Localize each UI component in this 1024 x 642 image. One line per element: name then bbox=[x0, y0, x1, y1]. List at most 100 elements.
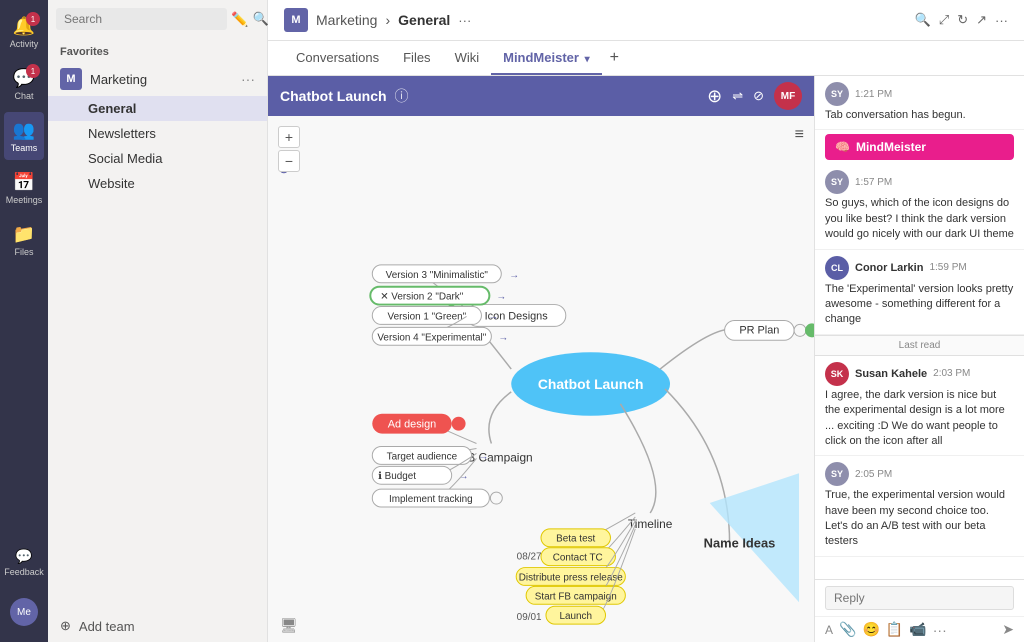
favorites-section: Favorites M Marketing ··· General Newsle… bbox=[48, 38, 267, 200]
pr-plan-label: PR Plan bbox=[739, 324, 779, 336]
breadcrumb-separator: › bbox=[385, 12, 390, 28]
format-icon[interactable]: A bbox=[825, 623, 833, 637]
user-avatar[interactable]: Me bbox=[10, 598, 38, 626]
sidebar-item-meetings[interactable]: 📅 Meetings bbox=[4, 164, 44, 212]
more-options-icon[interactable]: ··· bbox=[241, 71, 255, 87]
v2-label: ✕ Version 2 "Dark" bbox=[380, 292, 464, 303]
teams-label: Teams bbox=[11, 143, 38, 153]
team-item-marketing[interactable]: M Marketing ··· bbox=[48, 62, 267, 96]
msg-text-7: True, the experimental version would hav… bbox=[825, 488, 1014, 550]
msg-time-1: 1:21 PM bbox=[855, 89, 892, 100]
channel-item-social-media[interactable]: Social Media bbox=[48, 146, 267, 171]
zoom-out-button[interactable]: − bbox=[278, 150, 300, 172]
sidebar-item-teams[interactable]: 👥 Teams bbox=[4, 112, 44, 160]
msg-text-3: So guys, which of the icon designs do yo… bbox=[825, 196, 1014, 242]
refresh-icon[interactable]: ↻ bbox=[957, 12, 968, 28]
team-avatar-marketing: M bbox=[60, 68, 82, 90]
add-tab-button[interactable]: + bbox=[602, 41, 627, 75]
connect-icon[interactable]: ⇌ bbox=[732, 88, 743, 104]
channel-item-newsletters[interactable]: Newsletters bbox=[48, 121, 267, 146]
link-pr-plan bbox=[660, 329, 729, 369]
search-icon[interactable]: 🔍 bbox=[252, 11, 268, 27]
pr-plan-toggle[interactable] bbox=[794, 324, 806, 336]
msg-header-1: SY 1:21 PM bbox=[825, 82, 1014, 106]
msg-header-3: SY 1:57 PM bbox=[825, 170, 1014, 194]
header-actions: 🔍 ⤢ ↻ ↗ ··· bbox=[915, 12, 1008, 28]
restrict-icon[interactable]: ⊘ bbox=[753, 88, 764, 104]
sticker-icon[interactable]: 📋 bbox=[886, 621, 903, 638]
send-icon[interactable]: ➤ bbox=[1002, 621, 1014, 638]
breadcrumb-team: Marketing bbox=[316, 12, 377, 28]
search-input[interactable] bbox=[56, 8, 227, 30]
fb-campaign-timeline-label: Start FB campaign bbox=[535, 591, 617, 602]
mindmeister-card[interactable]: 🧠 MindMeister bbox=[825, 134, 1014, 160]
sidebar-item-activity[interactable]: 1 🔔 Activity bbox=[4, 8, 44, 56]
files-label: Files bbox=[14, 247, 33, 257]
beta-label: Beta test bbox=[556, 534, 595, 545]
sender-name-4: Conor Larkin bbox=[855, 262, 923, 274]
reply-input[interactable] bbox=[825, 586, 1014, 610]
tab-mindmeister[interactable]: MindMeister ▾ bbox=[491, 42, 602, 75]
reply-actions: A 📎 😊 📋 📹 ··· ➤ bbox=[815, 616, 1024, 642]
chat-message-4: CL Conor Larkin 1:59 PM The 'Experimenta… bbox=[815, 250, 1024, 335]
emoji-icon[interactable]: 😊 bbox=[862, 621, 879, 638]
activity-label: Activity bbox=[10, 39, 39, 49]
v4-label: Version 4 "Experimental" bbox=[377, 332, 486, 343]
v2-arrow: → bbox=[496, 292, 506, 303]
msg-avatar-6: SK bbox=[825, 362, 849, 386]
tab-files[interactable]: Files bbox=[391, 42, 442, 75]
chat-message-1: SY 1:21 PM Tab conversation has begun. bbox=[815, 76, 1024, 130]
info-icon[interactable]: ⓘ bbox=[395, 86, 409, 106]
target-arrow: → bbox=[478, 451, 488, 462]
timeline-label: Timeline bbox=[628, 517, 673, 531]
expand-icon[interactable]: ⤢ bbox=[939, 12, 949, 28]
meet-icon[interactable]: 📹 bbox=[909, 621, 926, 638]
channel-item-general[interactable]: General bbox=[48, 96, 267, 121]
search-bar: ✏️ 🔍 bbox=[48, 0, 267, 38]
more-reply-icon[interactable]: ··· bbox=[933, 622, 947, 638]
sidebar-item-feedback[interactable]: 💬 Feedback bbox=[4, 538, 44, 586]
chat-message-7: SY 2:05 PM True, the experimental versio… bbox=[815, 456, 1024, 557]
teams-icon: 👥 bbox=[13, 120, 35, 141]
add-team-button[interactable]: ⊕ Add team bbox=[48, 610, 267, 642]
share-icon[interactable]: ↗ bbox=[976, 12, 987, 28]
attach-icon[interactable]: 📎 bbox=[839, 621, 856, 638]
tab-wiki[interactable]: Wiki bbox=[443, 42, 492, 75]
chevron-down-icon: ▾ bbox=[585, 54, 590, 65]
channel-header: M Marketing › General ··· 🔍 ⤢ ↻ ↗ ··· bbox=[268, 0, 1024, 41]
team-name-marketing: Marketing bbox=[90, 72, 147, 87]
add-team-label: Add team bbox=[79, 619, 135, 634]
add-node-icon[interactable]: ⊕ bbox=[707, 86, 722, 107]
launch-label: Launch bbox=[559, 611, 592, 622]
tab-conversations[interactable]: Conversations bbox=[284, 42, 391, 75]
msg-avatar-1: SY bbox=[825, 82, 849, 106]
mindmap-panel: Chatbot Launch ⓘ ⊕ ⇌ ⊘ MF + − ≡ ⊙ 🖥 bbox=[268, 76, 814, 642]
channel-item-website[interactable]: Website bbox=[48, 171, 267, 196]
msg-header-7: SY 2:05 PM bbox=[825, 462, 1014, 486]
mindmap-svg: Chatbot Launch Icon Designs Version 3 "M… bbox=[268, 116, 814, 642]
search-header-icon[interactable]: 🔍 bbox=[915, 12, 931, 28]
msg-text-4: The 'Experimental' version looks pretty … bbox=[825, 282, 1014, 328]
link-name-ideas bbox=[665, 389, 730, 543]
sidebar-item-chat[interactable]: 1 💬 Chat bbox=[4, 60, 44, 108]
contact-label: Contact TC bbox=[553, 553, 603, 564]
mindmap-toolbar: Chatbot Launch ⓘ ⊕ ⇌ ⊘ MF bbox=[268, 76, 814, 116]
meetings-label: Meetings bbox=[6, 195, 43, 205]
v1-arrow: → bbox=[488, 311, 498, 322]
target-label: Target audience bbox=[387, 451, 458, 462]
add-team-icon: ⊕ bbox=[60, 618, 71, 634]
chat-message-6: SK Susan Kahele 2:03 PM I agree, the dar… bbox=[815, 356, 1024, 457]
sidebar-item-files[interactable]: 📁 Files bbox=[4, 216, 44, 264]
edit-icon[interactable]: ✏️ bbox=[231, 11, 248, 28]
msg-time-6: 2:03 PM bbox=[933, 368, 970, 379]
mindmeister-label: MindMeister bbox=[856, 140, 926, 154]
mindmap-title: Chatbot Launch bbox=[280, 88, 387, 104]
teams-sidebar: ✏️ 🔍 Favorites M Marketing ··· General N… bbox=[48, 0, 268, 642]
msg-time-3: 1:57 PM bbox=[855, 177, 892, 188]
date-0827: 08/27 bbox=[517, 552, 542, 563]
more-header-icon[interactable]: ··· bbox=[995, 13, 1008, 28]
tracking-toggle[interactable] bbox=[490, 492, 502, 504]
channel-more-icon[interactable]: ··· bbox=[458, 13, 471, 28]
zoom-in-button[interactable]: + bbox=[278, 126, 300, 148]
pr-plan-status[interactable] bbox=[805, 323, 814, 337]
